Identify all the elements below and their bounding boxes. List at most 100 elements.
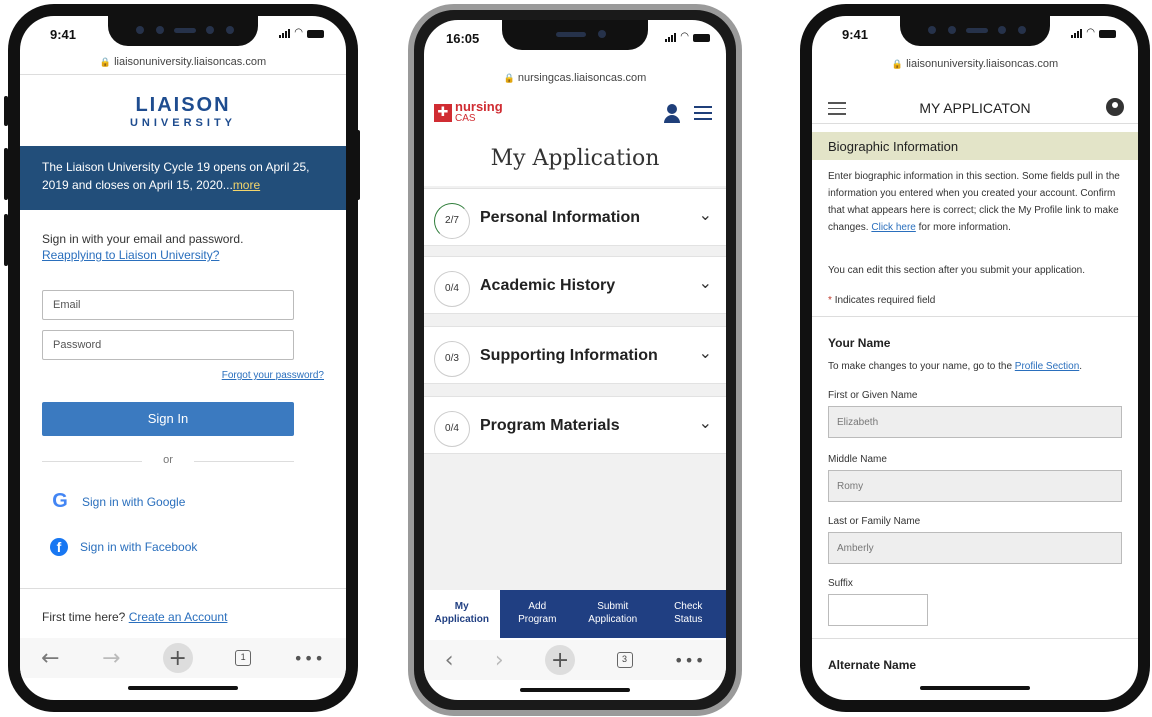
email-field[interactable]: Email [42, 290, 294, 320]
tab-check-status[interactable]: Check Status [651, 590, 727, 638]
google-signin-label: Sign in with Google [82, 494, 186, 509]
battery-icon [693, 34, 710, 42]
url-text: liaisonuniversity.liaisoncas.com [114, 56, 267, 68]
divider [812, 638, 1138, 639]
last-name-field[interactable]: Amberly [828, 532, 1122, 564]
alternate-name-heading: Alternate Name [828, 658, 917, 672]
reapply-link[interactable]: Reapplying to Liaison University? [42, 248, 219, 262]
click-here-link[interactable]: Click here [871, 222, 915, 233]
screenshot-stage: 9:41 ◠ 🔒 liaisonuniversity.liaisoncas.com… [0, 0, 1152, 717]
section-program-materials[interactable]: 0/4 Program Materials ⌄ [424, 396, 726, 454]
status-time: 16:05 [446, 31, 480, 46]
logo-line1: LIAISON [135, 94, 231, 116]
facebook-icon: f [50, 538, 68, 556]
user-icon[interactable] [664, 104, 680, 123]
facebook-signin-button[interactable]: f Sign in with Facebook [50, 538, 197, 556]
password-field[interactable]: Password [42, 330, 294, 360]
app-header: MY APPLICATON [812, 92, 1138, 124]
lock-icon: 🔒 [99, 57, 112, 67]
account-icon[interactable] [1106, 98, 1124, 116]
period: . [1079, 361, 1083, 372]
profile-section-link[interactable]: Profile Section [1015, 361, 1079, 372]
edit-note: You can edit this section after you subm… [828, 265, 1086, 276]
chevron-down-icon[interactable]: ⌄ [699, 343, 712, 362]
middle-name-field[interactable]: Romy [828, 470, 1122, 502]
section-label: Personal Information [480, 209, 641, 226]
chevron-down-icon[interactable]: ⌄ [699, 413, 712, 432]
new-tab-icon[interactable]: + [545, 645, 576, 675]
cycle-banner: The Liaison University Cycle 19 opens on… [20, 146, 346, 210]
more-icon[interactable]: ••• [674, 651, 705, 670]
suffix-field[interactable] [828, 594, 928, 626]
phone-notch [108, 16, 258, 46]
back-icon[interactable]: ← [41, 646, 59, 671]
required-note-row: * Indicates required field [828, 292, 1124, 309]
forward-icon[interactable]: › [495, 648, 504, 673]
tab-line2: Application [434, 614, 489, 625]
divider [20, 588, 346, 589]
first-time-text: First time here? [42, 610, 126, 624]
google-icon: G [52, 490, 68, 512]
google-signin-button[interactable]: G Sign in with Google [50, 490, 185, 513]
forward-icon[interactable]: → [102, 646, 120, 671]
phone-power-button [356, 130, 360, 200]
create-account-link[interactable]: Create an Account [129, 610, 228, 624]
phone-notch [900, 16, 1050, 46]
signin-prompt: Sign in with your email and password. [42, 232, 244, 246]
cross-icon: ✚ [434, 104, 452, 122]
chevron-down-icon[interactable]: ⌄ [699, 205, 712, 224]
or-divider: or [42, 454, 294, 466]
tab-add-program[interactable]: Add Program [500, 590, 576, 638]
address-bar[interactable]: 🔒 nursingcas.liaisoncas.com [424, 72, 726, 84]
back-icon[interactable]: ‹ [445, 648, 454, 673]
hamburger-menu-icon[interactable] [694, 106, 712, 124]
nursingcas-logo[interactable]: ✚ nursing CAS [434, 99, 503, 124]
section-academic-history[interactable]: 0/4 Academic History ⌄ [424, 256, 726, 314]
tab-line1: Check [674, 601, 703, 612]
section-supporting-information[interactable]: 0/3 Supporting Information ⌄ [424, 326, 726, 384]
tabs-count-icon[interactable]: 1 [235, 650, 252, 666]
browser-toolbar: ‹ › + 3 ••• [424, 640, 726, 680]
tab-line1: Add [528, 601, 547, 612]
more-icon[interactable]: ••• [293, 649, 324, 668]
progress-ring: 0/4 [434, 271, 470, 307]
section-label: Program Materials [480, 417, 620, 434]
liaison-logo: LIAISON UNIVERSITY [20, 94, 346, 129]
tab-line2: Status [674, 614, 703, 625]
url-text: liaisonuniversity.liaisoncas.com [906, 58, 1059, 70]
logo-top: nursing [455, 99, 503, 114]
address-bar[interactable]: 🔒 liaisonuniversity.liaisoncas.com [20, 56, 346, 68]
tab-submit-application[interactable]: Submit Application [575, 590, 651, 638]
browser-toolbar: ← → + 1 ••• [20, 638, 346, 678]
tab-line1: My [454, 601, 469, 612]
divider [812, 316, 1138, 317]
section-personal-information[interactable]: 2/7 Personal Information ⌄ [424, 188, 726, 246]
facebook-signin-label: Sign in with Facebook [80, 540, 198, 554]
banner-text: The Liaison University Cycle 19 opens on… [42, 160, 310, 192]
lock-icon: 🔒 [503, 73, 515, 83]
phone-screen: 9:41 ◠ 🔒 liaisonuniversity.liaisoncas.com… [812, 16, 1138, 700]
logo-bottom: CAS [455, 113, 476, 124]
name-change-row: To make changes to your name, go to the … [828, 358, 1124, 375]
banner-more-link[interactable]: more [233, 178, 260, 192]
address-bar[interactable]: 🔒 liaisonuniversity.liaisoncas.com [812, 58, 1138, 70]
first-name-field[interactable]: Elizabeth [828, 406, 1122, 438]
wifi-icon: ◠ [680, 31, 689, 42]
status-time: 9:41 [50, 27, 77, 42]
middle-name-label: Middle Name [828, 454, 887, 465]
phone-screen: 9:41 ◠ 🔒 liaisonuniversity.liaisoncas.com… [20, 16, 346, 700]
phone-notch [502, 20, 648, 50]
status-icons: ◠ [1071, 28, 1116, 38]
your-name-heading: Your Name [828, 336, 891, 350]
progress-ring: 0/3 [434, 341, 470, 377]
status-icons: ◠ [665, 32, 710, 42]
chevron-down-icon[interactable]: ⌄ [699, 273, 712, 292]
url-text: nursingcas.liaisoncas.com [517, 72, 647, 84]
tab-line2: Application [588, 614, 638, 625]
signin-button[interactable]: Sign In [42, 402, 294, 436]
forgot-password-link[interactable]: Forgot your password? [222, 370, 324, 381]
tabs-count-icon[interactable]: 3 [616, 652, 633, 668]
first-time-row: First time here? Create an Account [42, 610, 227, 624]
tab-my-application[interactable]: My Application [424, 590, 500, 638]
new-tab-icon[interactable]: + [162, 643, 193, 673]
